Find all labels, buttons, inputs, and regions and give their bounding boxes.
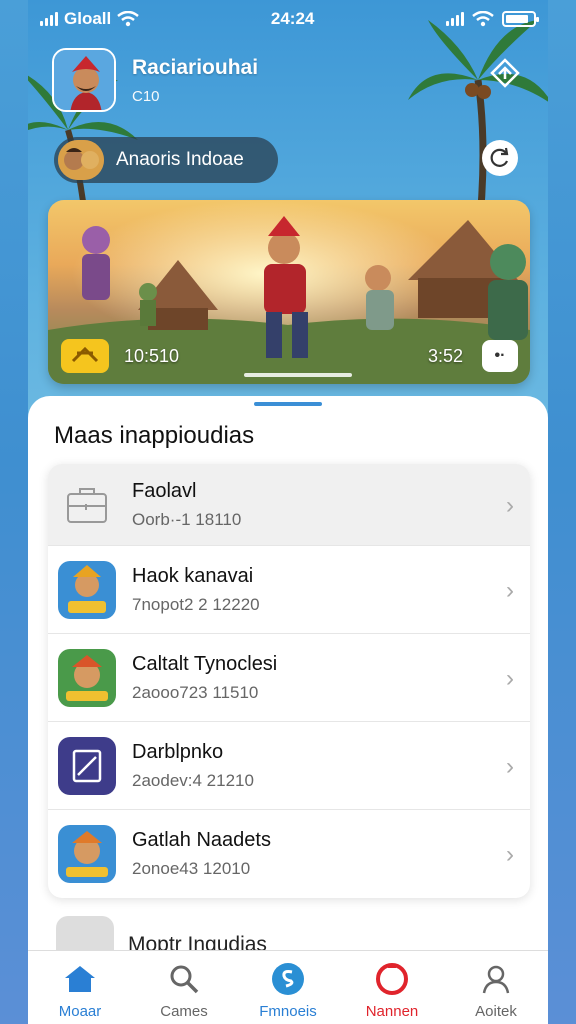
banner-time-right: 3:52 <box>428 346 464 366</box>
home-icon <box>62 961 98 997</box>
chevron-right-icon: › <box>506 491 514 519</box>
row-subtitle: 7nopot2 2 12220 <box>132 594 260 614</box>
wifi-icon <box>472 11 494 27</box>
tab-record[interactable]: Nannen <box>340 951 444 1024</box>
profile-name: Raciariouhai <box>132 55 259 79</box>
tablet-icon <box>58 736 116 795</box>
tab-label: Cames <box>160 1003 208 1020</box>
pill-label: Anaoris Indoae <box>116 149 244 170</box>
tab-home[interactable]: Moaar <box>28 951 132 1024</box>
app-screen: Gloall 24:24 Raciariouhai C10 Anaoris In… <box>28 0 548 1024</box>
list-item[interactable]: Gatlah Naadets 2onoe43 12010 › <box>48 810 530 898</box>
chevron-right-icon: › <box>506 664 514 692</box>
featured-game-banner[interactable]: 10:510 3:52 •· <box>48 200 530 384</box>
profile-text: Raciariouhai C10 <box>132 56 258 105</box>
row-title: Faolavl <box>132 479 197 502</box>
status-bar: Gloall 24:24 <box>28 0 548 38</box>
chevron-right-icon: › <box>506 576 514 604</box>
banner-page-indicator <box>244 373 352 377</box>
status-left: Gloall <box>40 9 140 29</box>
signal-icon <box>40 12 58 26</box>
briefcase-icon <box>58 476 116 534</box>
person-icon <box>478 961 514 997</box>
refresh-icon <box>490 147 509 167</box>
profile-subtitle: C10 <box>132 87 160 105</box>
tab-games[interactable]: Cames <box>132 951 236 1024</box>
chevron-right-icon: › <box>506 752 514 780</box>
tab-label: Aoitek <box>475 1003 517 1020</box>
row-title: Darblpnko <box>132 740 224 763</box>
section-title: Maas inappioudias <box>54 422 255 449</box>
row-title: Caltalt Tynoclesi <box>132 652 278 675</box>
chevron-right-icon: › <box>506 841 514 868</box>
clock: 24:24 <box>270 9 315 28</box>
finance-icon <box>270 961 306 997</box>
game-icon <box>58 648 116 707</box>
record-icon <box>374 961 410 997</box>
share-diamond-icon[interactable] <box>488 58 522 92</box>
avatar[interactable] <box>52 48 116 112</box>
app-list: Faolavl Oorb·-1 18110 › Haok kanavai 7no… <box>48 464 530 898</box>
tab-label: Nannen <box>365 1003 419 1020</box>
tab-label: Moaar <box>58 1003 102 1020</box>
pill-avatar <box>58 140 104 180</box>
list-item[interactable]: Haok kanavai 7nopot2 2 12220 › <box>48 546 530 634</box>
featured-user-pill[interactable]: Anaoris Indoae <box>54 137 278 183</box>
carrier-label: Gloall <box>64 9 112 28</box>
tab-bar: Moaar Cames Fmnoeis Nannen Aoitek <box>28 950 548 1024</box>
game-icon <box>58 560 116 619</box>
banner-badge-icon <box>61 339 109 373</box>
bottom-sheet: Maas inappioudias Faolavl Oorb·-1 18110 … <box>28 396 548 974</box>
tab-finance[interactable]: Fmnoeis <box>236 951 340 1024</box>
list-item[interactable]: Faolavl Oorb·-1 18110 › <box>48 464 530 546</box>
banner-time-left: 10:510 <box>124 346 180 366</box>
row-subtitle: 2onoe43 12010 <box>132 859 251 878</box>
battery-icon <box>502 11 539 27</box>
row-subtitle: 2aooo723 11510 <box>132 682 259 702</box>
profile-header[interactable]: Raciariouhai C10 <box>52 48 258 112</box>
signal-icon <box>446 12 464 26</box>
sheet-handle[interactable] <box>254 402 322 406</box>
status-right <box>446 11 539 27</box>
refresh-button[interactable] <box>482 140 518 176</box>
row-subtitle: 2aodev:4 21210 <box>132 770 254 790</box>
list-item[interactable]: Darblpnko 2aodev:4 21210 › <box>48 722 530 810</box>
row-title: Haok kanavai <box>132 564 254 587</box>
banner-control-button[interactable]: •· <box>482 340 518 372</box>
wifi-icon <box>117 11 140 27</box>
tab-label: Fmnoeis <box>259 1003 317 1020</box>
game-icon <box>58 825 116 883</box>
list-item[interactable]: Caltalt Tynoclesi 2aooo723 11510 › <box>48 634 530 722</box>
tab-profile[interactable]: Aoitek <box>444 951 548 1024</box>
row-title: Gatlah Naadets <box>132 829 271 851</box>
search-icon <box>166 961 202 997</box>
row-subtitle: Oorb·-1 18110 <box>132 509 242 529</box>
